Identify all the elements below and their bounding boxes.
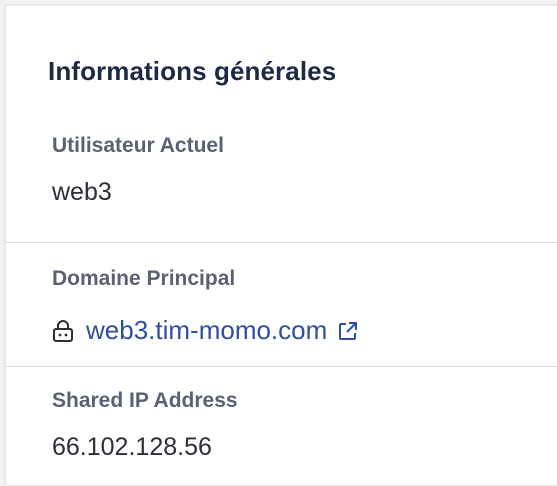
external-link-icon[interactable] [337,320,359,342]
shared-ip-section: Shared IP Address 66.102.128.56 [6,367,557,486]
current-user-section: Utilisateur Actuel web3 [6,126,557,243]
primary-domain-label: Domaine Principal [52,267,236,290]
primary-domain-row: web3.tim-momo.com [52,315,359,346]
shared-ip-label: Shared IP Address [52,389,238,412]
lock-icon [52,319,74,343]
current-user-label: Utilisateur Actuel [52,134,224,157]
primary-domain-section: Domaine Principal web3.tim-momo.com [6,243,557,367]
general-info-panel: Informations générales Utilisateur Actue… [5,5,557,485]
current-user-value: web3 [52,178,112,206]
panel-title: Informations générales [48,56,337,86]
primary-domain-link[interactable]: web3.tim-momo.com [86,315,327,346]
shared-ip-value: 66.102.128.56 [52,433,212,461]
